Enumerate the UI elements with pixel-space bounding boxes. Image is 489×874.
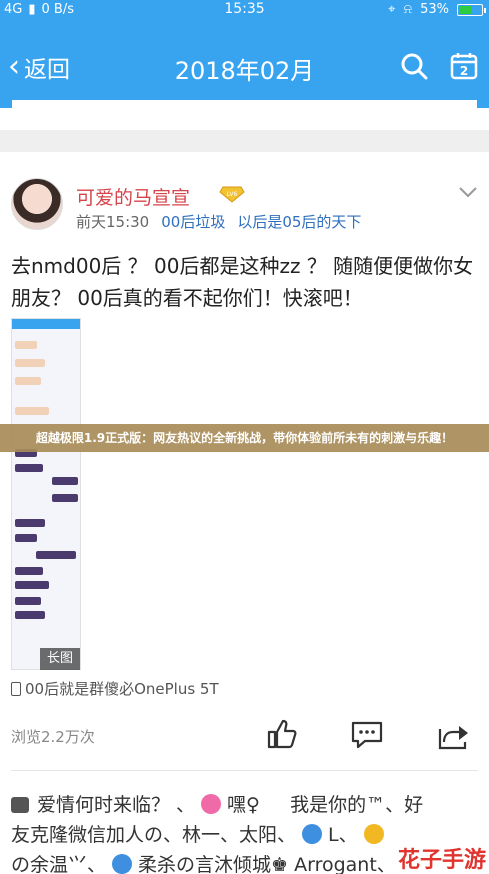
- divider: [11, 770, 478, 771]
- post-image[interactable]: [11, 318, 81, 670]
- image-chat-bubble: [15, 597, 41, 605]
- comment-icon[interactable]: [350, 720, 384, 750]
- image-chat-bubble: [15, 407, 49, 415]
- username[interactable]: 可爱的马宣宣: [76, 183, 190, 210]
- location-icon: ⌖: [388, 2, 396, 17]
- status-bar: 4G ▮ 0 B/s 15:35 ⌖ ⍾ 53%: [0, 0, 489, 20]
- image-chat-bubble: [52, 494, 78, 502]
- image-chat-bubble: [52, 477, 78, 485]
- device-info: 00后就是群傻必OnePlus 5T: [11, 678, 219, 699]
- image-chat-bubble: [15, 359, 45, 367]
- image-chat-bubble: [15, 581, 49, 589]
- arrow-avatar-icon[interactable]: [112, 854, 133, 874]
- battery-icon: [457, 3, 486, 16]
- thumbs-up-icon[interactable]: [266, 718, 298, 750]
- watermark-logo: 花子手游: [398, 848, 487, 873]
- search-icon[interactable]: [400, 52, 428, 80]
- image-chat-bubble: [15, 611, 45, 619]
- header-bar: ‹ 返回 2018年02月 2: [0, 20, 489, 128]
- liker-names[interactable]: 我是你的™、好: [290, 794, 423, 816]
- liker-names[interactable]: 嘿♀: [227, 794, 260, 816]
- chevron-down-icon[interactable]: [457, 183, 479, 201]
- view-count: 浏览2.2万次: [11, 728, 95, 746]
- thumbs-up-icon: [11, 797, 29, 813]
- likes-line: 爱情何时来临？ 、 嘿♀ 我是你的™、好: [11, 790, 486, 820]
- post-text: 去nmd00后 ？ 00后都是这种zz ？ 随随便便做你女朋友？ 00后真的看不…: [11, 254, 474, 310]
- image-chat-bubble: [15, 534, 37, 542]
- liker-names[interactable]: 友克隆微信加人の、林一、太阳、: [11, 824, 296, 846]
- battery-percent: 53%: [420, 2, 449, 17]
- header-strip: [12, 100, 477, 128]
- diamond-badge-icon: LV6: [219, 186, 245, 203]
- mute-icon: ⍾: [403, 2, 413, 17]
- share-icon[interactable]: [437, 720, 471, 750]
- phone-icon: [11, 681, 21, 696]
- liker-names[interactable]: の余温⺍、: [11, 854, 106, 874]
- heart-avatar-icon[interactable]: [201, 794, 222, 814]
- avatar[interactable]: [11, 178, 63, 230]
- post-tag[interactable]: 00后垃圾: [161, 211, 225, 232]
- image-topbar: [12, 319, 80, 329]
- image-chat-bubble: [36, 551, 76, 559]
- device-text: 00后就是群傻必OnePlus 5T: [25, 680, 219, 698]
- long-image-label: 长图: [40, 648, 80, 670]
- image-chat-bubble: [15, 567, 43, 575]
- image-chat-bubble: [15, 341, 37, 349]
- image-chat-bubble: [15, 464, 43, 472]
- image-chat-bubble: [15, 519, 45, 527]
- liker-names[interactable]: 爱情何时来临？ 、: [37, 794, 195, 816]
- battery-level: [459, 5, 471, 14]
- liker-names[interactable]: 柔杀の言沐倾城♚ Arrogant、: [138, 854, 396, 874]
- calendar-day: 2: [460, 64, 468, 78]
- badge-text: LV6: [227, 191, 238, 198]
- image-chat-bubble: [15, 377, 41, 385]
- post-meta: 前天15:30 00后垃圾 以后是05后的天下: [76, 211, 361, 232]
- smile-avatar-icon[interactable]: [363, 824, 384, 844]
- post-tag[interactable]: 以后是05后的天下: [237, 211, 361, 232]
- calendar-icon[interactable]: 2: [450, 52, 478, 80]
- section-separator: [0, 130, 489, 152]
- liker-names[interactable]: L、: [328, 824, 358, 846]
- post-time: 前天15:30: [76, 213, 150, 231]
- fish-avatar-icon[interactable]: [302, 824, 323, 844]
- promo-banner[interactable]: 超越极限1.9正式版：网友热议的全新挑战，带你体验前所未有的刺激与乐趣！: [0, 424, 489, 452]
